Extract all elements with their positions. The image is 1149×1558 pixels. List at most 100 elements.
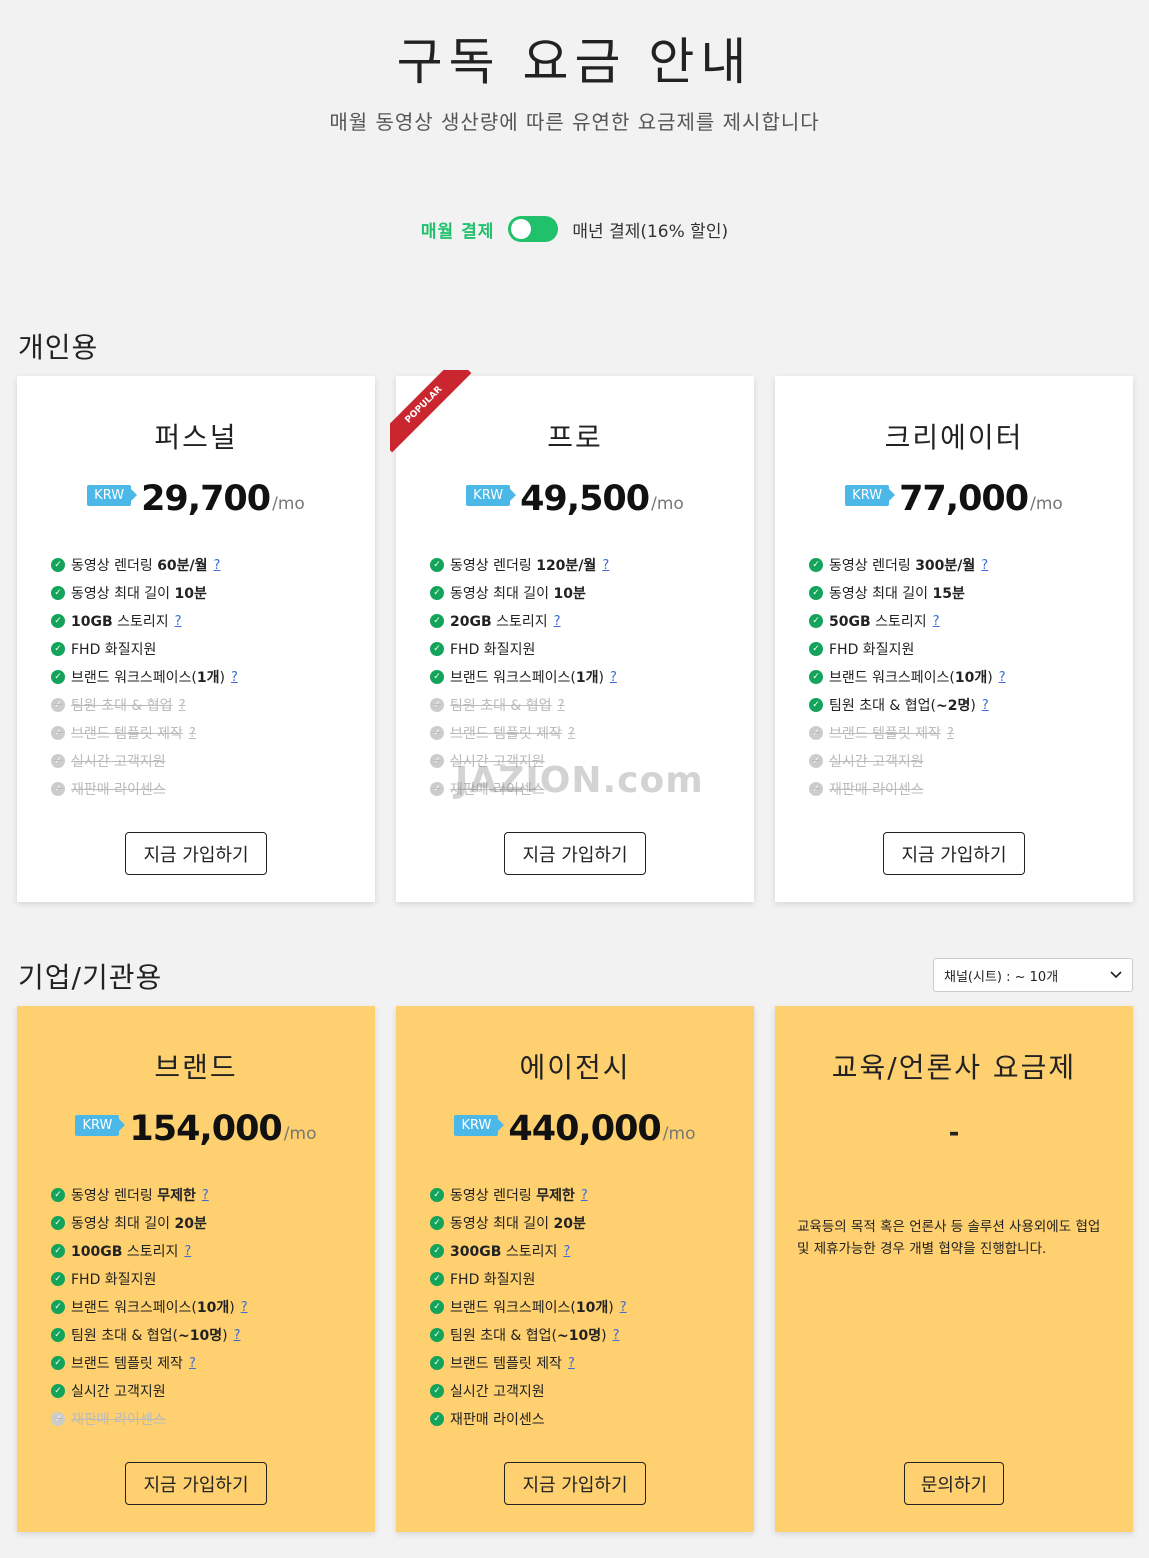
feature-item: ✓ 브랜드 템플릿 제작? xyxy=(51,1349,248,1377)
plan-card-creator: 크리에이터 KRW 77,000 /mo ✓ 동영상 렌더링 300분/월? ✓ 동영… xyxy=(775,376,1133,902)
page-title: 구독 요금 안내 xyxy=(396,33,753,91)
check-icon: ✓ xyxy=(51,1188,65,1202)
help-icon[interactable]: ? xyxy=(613,1328,620,1343)
plan-card-education: 교육/언론사 요금제 - 교육등의 목적 혹은 언론사 등 솔루션 사용외에도 … xyxy=(775,1006,1133,1532)
feature-text: 동영상 렌더링 120분/월 xyxy=(450,558,597,574)
feature-item: ✓ 재판매 라이센스 xyxy=(51,1405,248,1433)
help-icon[interactable]: ? xyxy=(620,1300,627,1315)
feature-text: 재판매 라이센스 xyxy=(450,1412,545,1428)
check-icon: ✓ xyxy=(51,1272,65,1286)
feature-text: 팀원 초대 & 협업 xyxy=(71,698,173,714)
feature-item: ✓ 브랜드 템플릿 제작? xyxy=(430,719,617,747)
check-icon: ✓ xyxy=(430,586,444,600)
disabled-check-icon: ✓ xyxy=(51,782,65,796)
disabled-check-icon: ✓ xyxy=(430,754,444,768)
feature-item: ✓ 브랜드 워크스페이스(10개)? xyxy=(809,663,1006,691)
price-amount: 29,700 xyxy=(141,479,271,519)
contact-button[interactable]: 문의하기 xyxy=(904,1462,1004,1505)
feature-item: ✓ 동영상 렌더링 무제한? xyxy=(430,1181,627,1209)
currency-badge: KRW xyxy=(845,484,895,506)
signup-button[interactable]: 지금 가입하기 xyxy=(125,1462,267,1505)
price-period: /mo xyxy=(651,493,684,514)
feature-text: 재판매 라이센스 xyxy=(71,782,166,798)
plan-card-pro: POPULAR 프로 KRW 49,500 /mo ✓ 동영상 렌더링 120분/… xyxy=(390,370,754,902)
check-icon: ✓ xyxy=(430,1244,444,1258)
plan-description: 교육등의 목적 혹은 언론사 등 솔루션 사용외에도 협업 및 제휴가능한 경우… xyxy=(797,1219,1101,1257)
help-icon[interactable]: ? xyxy=(231,670,238,685)
feature-item: ✓ 동영상 렌더링 120분/월? xyxy=(430,551,617,579)
help-icon[interactable]: ? xyxy=(581,1188,588,1203)
feature-item: ✓ 재판매 라이센스 xyxy=(51,775,238,803)
toggle-knob xyxy=(511,219,532,239)
help-icon[interactable]: ? xyxy=(563,1244,570,1259)
feature-item: ✓ 동영상 최대 길이 15분 xyxy=(809,579,1006,607)
feature-text: 브랜드 워크스페이스(1개) xyxy=(450,670,604,686)
help-icon[interactable]: ? xyxy=(241,1300,248,1315)
feature-text: 동영상 최대 길이 10분 xyxy=(450,586,586,602)
help-icon[interactable]: ? xyxy=(981,558,988,573)
help-icon[interactable]: ? xyxy=(214,558,221,573)
help-icon[interactable]: ? xyxy=(947,726,954,741)
check-icon: ✓ xyxy=(430,642,444,656)
monthly-billing-label[interactable]: 매월 결제 xyxy=(421,217,494,242)
help-icon[interactable]: ? xyxy=(179,698,186,713)
check-icon: ✓ xyxy=(809,698,823,712)
feature-text: 팀원 초대 & 협업 xyxy=(450,698,552,714)
help-icon[interactable]: ? xyxy=(189,1356,196,1371)
price-row: KRW 440,000 /mo xyxy=(396,1110,754,1149)
billing-toggle[interactable] xyxy=(508,216,559,242)
help-icon[interactable]: ? xyxy=(234,1328,241,1343)
feature-item: ✓ 100GB 스토리지? xyxy=(51,1237,248,1265)
channel-select[interactable]: 채널(시트) : ~ 10개 xyxy=(933,958,1133,992)
feature-text: 동영상 최대 길이 20분 xyxy=(450,1216,586,1232)
help-icon[interactable]: ? xyxy=(184,1244,191,1259)
help-icon[interactable]: ? xyxy=(982,698,989,713)
feature-text: 20GB 스토리지 xyxy=(450,614,548,630)
feature-item: ✓ 동영상 최대 길이 10분 xyxy=(430,579,617,607)
check-icon: ✓ xyxy=(430,558,444,572)
check-icon: ✓ xyxy=(51,1216,65,1230)
help-icon[interactable]: ? xyxy=(558,698,565,713)
disabled-check-icon: ✓ xyxy=(430,698,444,712)
feature-text: 브랜드 워크스페이스(10개) xyxy=(71,1300,235,1316)
feature-text: 동영상 렌더링 무제한 xyxy=(450,1188,575,1204)
check-icon: ✓ xyxy=(51,1300,65,1314)
yearly-billing-label[interactable]: 매년 결제(16% 할인) xyxy=(572,217,728,242)
help-icon[interactable]: ? xyxy=(202,1188,209,1203)
signup-button[interactable]: 지금 가입하기 xyxy=(125,832,267,875)
feature-text: 재판매 라이센스 xyxy=(71,1412,166,1428)
feature-item: ✓ FHD 화질지원 xyxy=(430,635,617,663)
feature-text: 브랜드 템플릿 제작 xyxy=(450,726,562,742)
help-icon[interactable]: ? xyxy=(602,558,609,573)
help-icon[interactable]: ? xyxy=(999,670,1006,685)
help-icon[interactable]: ? xyxy=(554,614,561,629)
help-icon[interactable]: ? xyxy=(175,614,182,629)
feature-item: ✓ 300GB 스토리지? xyxy=(430,1237,627,1265)
feature-text: 팀원 초대 & 협업(~10명) xyxy=(71,1328,228,1344)
help-icon[interactable]: ? xyxy=(610,670,617,685)
disabled-check-icon: ✓ xyxy=(430,726,444,740)
feature-item: ✓ 실시간 고객지원 xyxy=(809,747,1006,775)
feature-list: ✓ 동영상 렌더링 무제한? ✓ 동영상 최대 길이 20분 ✓ 300GB 스토리지? ✓… xyxy=(430,1181,627,1433)
feature-item: ✓ 50GB 스토리지? xyxy=(809,607,1006,635)
help-icon[interactable]: ? xyxy=(568,1356,575,1371)
plan-name: 퍼스널 xyxy=(154,421,238,454)
help-icon[interactable]: ? xyxy=(568,726,575,741)
plan-name: 크리에이터 xyxy=(884,421,1024,454)
check-icon: ✓ xyxy=(430,670,444,684)
disabled-check-icon: ✓ xyxy=(51,698,65,712)
signup-button[interactable]: 지금 가입하기 xyxy=(504,832,646,875)
feature-item: ✓ 브랜드 템플릿 제작? xyxy=(51,719,238,747)
feature-item: ✓ 20GB 스토리지? xyxy=(430,607,617,635)
help-icon[interactable]: ? xyxy=(189,726,196,741)
feature-item: ✓ 재판매 라이센스 xyxy=(430,1405,627,1433)
signup-button[interactable]: 지금 가입하기 xyxy=(883,832,1025,875)
signup-button[interactable]: 지금 가입하기 xyxy=(504,1462,646,1505)
feature-text: FHD 화질지원 xyxy=(829,642,915,658)
feature-item: ✓ FHD 화질지원 xyxy=(51,635,238,663)
check-icon: ✓ xyxy=(430,614,444,628)
feature-list: ✓ 동영상 렌더링 무제한? ✓ 동영상 최대 길이 20분 ✓ 100GB 스토리지? ✓… xyxy=(51,1181,248,1433)
channel-select-value: 채널(시트) : ~ 10개 xyxy=(944,969,1059,985)
price-amount: 49,500 xyxy=(520,479,650,519)
help-icon[interactable]: ? xyxy=(933,614,940,629)
